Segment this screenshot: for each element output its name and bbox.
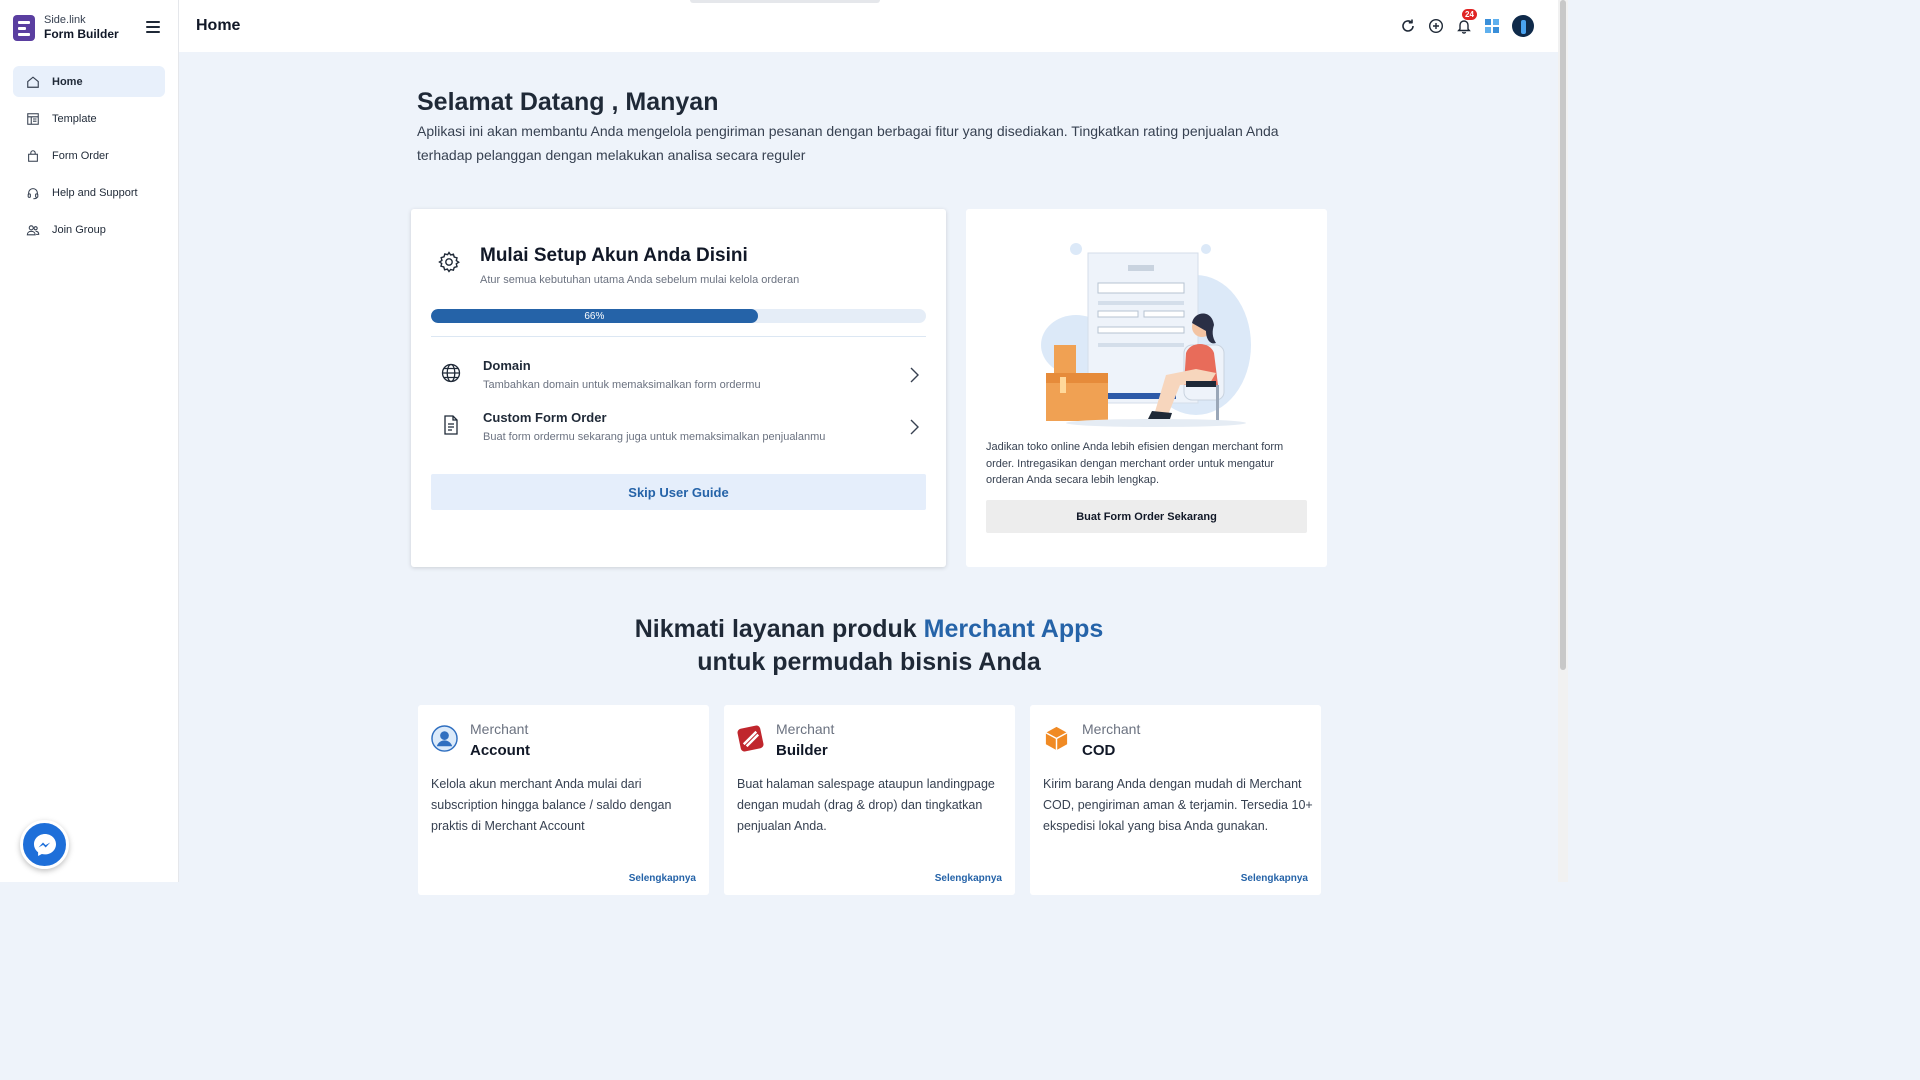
create-form-order-button[interactable]: Buat Form Order Sekarang — [986, 500, 1307, 533]
step-description: Tambahkan domain untuk memaksimalkan for… — [483, 379, 761, 391]
sidebar-item-join-group[interactable]: Join Group — [13, 214, 165, 245]
setup-progress-bar: 66% — [431, 309, 926, 323]
refresh-icon[interactable] — [1398, 16, 1418, 36]
apps-grid-icon[interactable] — [1482, 16, 1502, 36]
read-more-link[interactable]: Selengkapnya — [935, 873, 1002, 884]
chevron-right-icon — [910, 367, 919, 383]
promo-text: Jadikan toko online Anda lebih efisien d… — [986, 441, 1284, 486]
product-card-builder: Merchant Builder Buat halaman salespage … — [724, 705, 1015, 895]
page-scrollbar[interactable] — [1558, 0, 1568, 882]
globe-icon — [441, 363, 461, 383]
product-kicker: Merchant — [1082, 721, 1141, 737]
section-heading: Nikmati layanan produk Merchant Apps unt… — [417, 613, 1321, 679]
sidebar-item-label: Help and Support — [52, 186, 138, 199]
product-kicker: Merchant — [776, 721, 835, 737]
top-tab-indicator — [690, 0, 880, 3]
sidebar-item-label: Template — [52, 112, 97, 125]
brand-name: Form Builder — [44, 27, 119, 42]
setup-progress-fill: 66% — [431, 309, 758, 323]
product-kicker: Merchant — [470, 721, 529, 737]
step-title: Custom Form Order — [483, 410, 607, 425]
box-icon — [1045, 726, 1068, 751]
setup-step-domain[interactable]: Domain Tambahkan domain untuk memaksimal… — [431, 358, 926, 400]
read-more-link[interactable]: Selengkapnya — [1241, 873, 1308, 884]
bag-icon — [26, 149, 40, 163]
setup-step-custom-form-order[interactable]: Custom Form Order Buat form ordermu seka… — [431, 410, 926, 452]
menu-toggle-icon[interactable] — [146, 21, 160, 33]
builder-icon — [737, 725, 764, 752]
brand-logo-icon — [13, 14, 35, 41]
read-more-link[interactable]: Selengkapnya — [629, 873, 696, 884]
messenger-chat-button[interactable] — [20, 820, 69, 869]
product-description: Buat halaman salespage ataupun landingpa… — [737, 777, 995, 833]
messenger-icon — [33, 833, 56, 856]
section-heading-accent: Merchant Apps — [923, 615, 1104, 643]
welcome-description: Aplikasi ini akan membantu Anda mengelol… — [417, 123, 1279, 163]
welcome-title: Selamat Datang , Manyan — [417, 88, 719, 116]
sidebar-nav: Home Template Form Order Help and Suppor… — [13, 66, 165, 251]
divider — [431, 336, 926, 337]
form-order-illustration — [1041, 243, 1251, 427]
user-icon — [431, 725, 458, 752]
setup-title: Mulai Setup Akun Anda Disini — [480, 245, 748, 266]
product-name: COD — [1082, 742, 1116, 759]
setup-card: Mulai Setup Akun Anda Disini Atur semua … — [411, 209, 946, 567]
step-description: Buat form ordermu sekarang juga untuk me… — [483, 431, 826, 443]
product-description: Kelola akun merchant Anda mulai dari sub… — [431, 777, 672, 833]
scrollbar-thumb[interactable] — [1560, 0, 1566, 670]
step-title: Domain — [483, 358, 531, 373]
notification-bell-icon[interactable]: 24 — [1454, 9, 1477, 36]
settings-gear-icon — [438, 251, 460, 273]
chevron-right-icon — [910, 419, 919, 435]
home-icon — [26, 75, 40, 89]
add-circle-icon[interactable] — [1426, 16, 1446, 36]
notification-badge: 24 — [1462, 9, 1477, 20]
sidebar-item-label: Form Order — [52, 149, 109, 162]
sidebar-item-template[interactable]: Template — [13, 103, 165, 134]
brand-sub: Side.link — [44, 14, 86, 26]
sidebar: Side.link Form Builder Home Template For… — [0, 0, 179, 882]
user-avatar[interactable] — [1512, 15, 1534, 37]
product-card-cod: Merchant COD Kirim barang Anda dengan mu… — [1030, 705, 1321, 895]
page-title: Home — [196, 17, 241, 34]
product-name: Account — [470, 742, 530, 759]
top-header: Home 24 — [179, 0, 1558, 52]
setup-subtitle: Atur semua kebutuhan utama Anda sebelum … — [480, 274, 800, 286]
group-icon — [26, 223, 40, 237]
progress-label: 66% — [584, 310, 605, 322]
promo-card: Jadikan toko online Anda lebih efisien d… — [966, 209, 1327, 567]
sidebar-item-label: Join Group — [52, 223, 106, 236]
skip-user-guide-button[interactable]: Skip User Guide — [431, 474, 926, 510]
document-icon — [444, 415, 458, 435]
product-description: Kirim barang Anda dengan mudah di Mercha… — [1043, 777, 1313, 833]
product-name: Builder — [776, 742, 828, 759]
product-card-account: Merchant Account Kelola akun merchant An… — [418, 705, 709, 895]
sidebar-item-home[interactable]: Home — [13, 66, 165, 97]
brand[interactable]: Side.link Form Builder — [13, 14, 119, 42]
sidebar-item-help-and-support[interactable]: Help and Support — [13, 177, 165, 208]
section-heading-prefix: Nikmati layanan produk — [634, 615, 924, 643]
headset-icon — [26, 186, 40, 200]
template-icon — [26, 112, 40, 126]
sidebar-item-label: Home — [52, 75, 83, 88]
sidebar-item-form-order[interactable]: Form Order — [13, 140, 165, 171]
section-heading-line2: untuk permudah bisnis Anda — [697, 648, 1041, 676]
